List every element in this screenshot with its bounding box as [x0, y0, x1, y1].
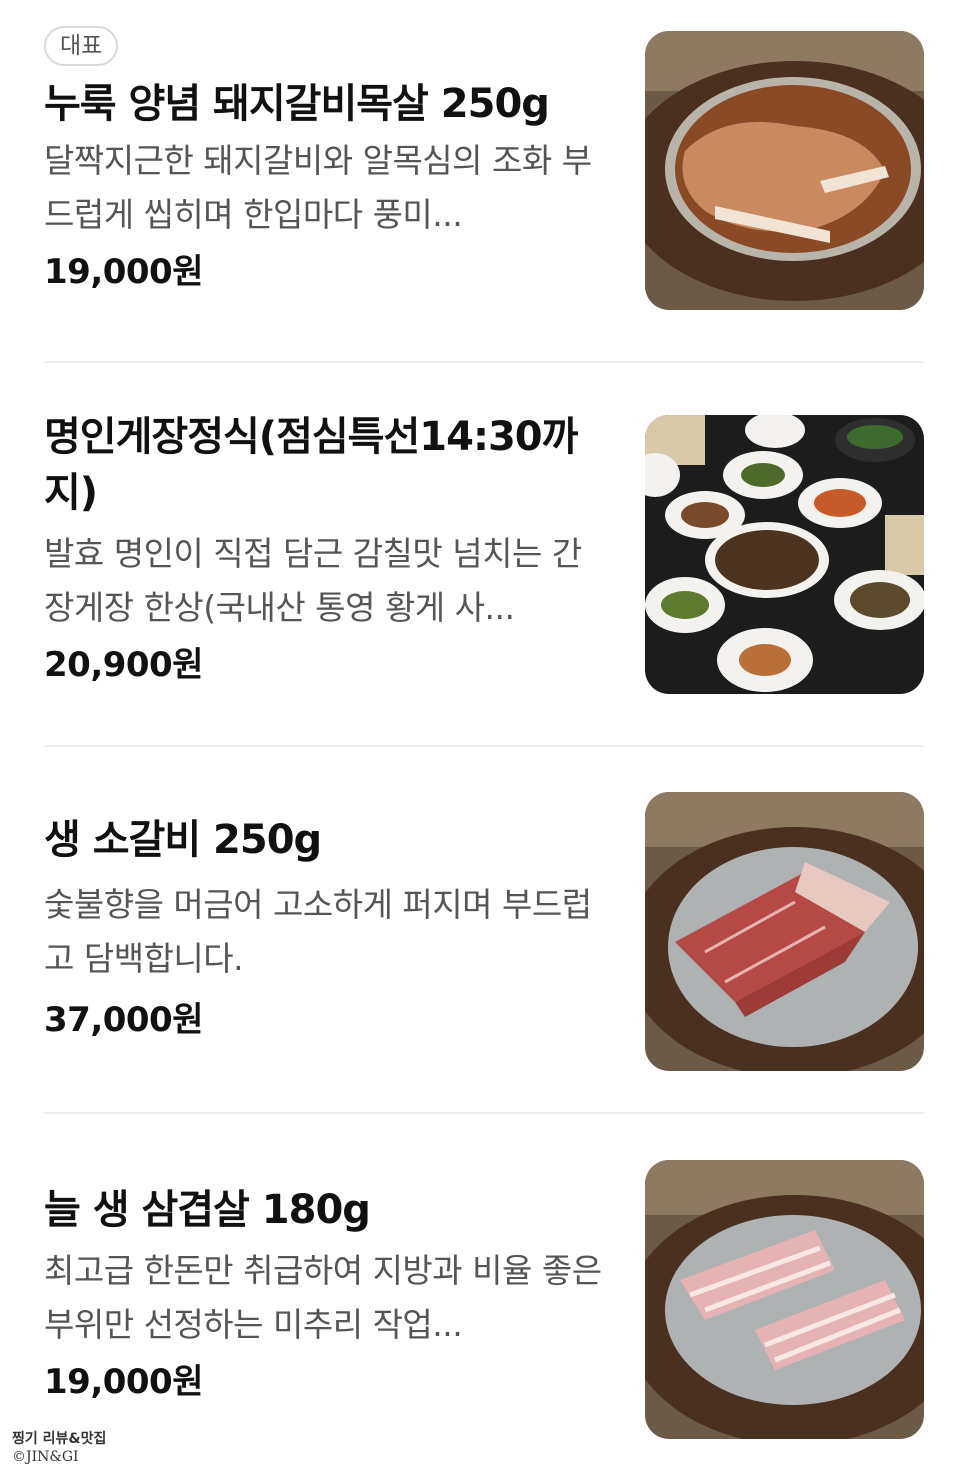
divider	[44, 745, 924, 747]
marinated-pork-rib-image	[645, 31, 924, 310]
watermark-copyright: ©JIN&GI	[12, 1449, 79, 1465]
menu-item[interactable]: 대표 누룩 양념 돼지갈비목살 250g 달짝지근한 돼지갈비와 알목심의 조화…	[44, 26, 924, 316]
menu-item-price: 20,900원	[44, 645, 203, 685]
menu-item-image[interactable]	[645, 31, 924, 310]
menu-item-image[interactable]	[645, 792, 924, 1071]
menu-item[interactable]: 명인게장정식(점심특선14:30까지) 발효 명인이 직접 담근 감칠맛 넘치는…	[44, 409, 924, 699]
menu-item-text: 생 소갈비 250g 숯불향을 머금어 고소하게 퍼지며 부드럽고 담백합니다.…	[44, 812, 604, 1048]
menu-item-image[interactable]	[645, 1160, 924, 1439]
menu-item-price: 19,000원	[44, 1362, 203, 1402]
menu-item-name: 명인게장정식(점심특선14:30까지)	[44, 414, 578, 516]
divider	[44, 1112, 924, 1114]
menu-list: 대표 누룩 양념 돼지갈비목살 250g 달짝지근한 돼지갈비와 알목심의 조화…	[0, 0, 966, 1481]
raw-beef-rib-image	[645, 792, 924, 1071]
menu-item-text: 늘 생 삼겹살 180g 최고급 한돈만 취급하여 지방과 비율 좋은 부위만 …	[44, 1182, 604, 1410]
menu-item-image[interactable]	[645, 415, 924, 694]
menu-item[interactable]: 늘 생 삼겹살 180g 최고급 한돈만 취급하여 지방과 비율 좋은 부위만 …	[44, 1160, 924, 1439]
signature-badge: 대표	[44, 26, 119, 66]
menu-item-description: 달짝지근한 돼지갈비와 알목심의 조화 부드럽게 씹히며 한입마다 풍미...	[44, 141, 592, 234]
menu-item-text: 대표 누룩 양념 돼지갈비목살 250g 달짝지근한 돼지갈비와 알목심의 조화…	[44, 26, 604, 300]
menu-item-name: 누룩 양념 돼지갈비목살 250g	[44, 81, 550, 127]
divider	[44, 361, 924, 363]
menu-item-text: 명인게장정식(점심특선14:30까지) 발효 명인이 직접 담근 감칠맛 넘치는…	[44, 409, 604, 693]
menu-item[interactable]: 생 소갈비 250g 숯불향을 머금어 고소하게 퍼지며 부드럽고 담백합니다.…	[44, 792, 924, 1082]
watermark: 찡기 리뷰&맛집 ©JIN&GI	[12, 1430, 106, 1466]
raw-pork-belly-image	[645, 1160, 924, 1439]
menu-item-name: 생 소갈비 250g	[44, 817, 322, 863]
menu-item-description: 최고급 한돈만 취급하여 지방과 비율 좋은 부위만 선정하는 미추리 작업..…	[44, 1251, 602, 1344]
menu-item-description: 발효 명인이 직접 담근 감칠맛 넘치는 간장게장 한상(국내산 통영 황게 사…	[44, 534, 582, 627]
watermark-title: 찡기 리뷰&맛집	[12, 1431, 107, 1447]
menu-item-name: 늘 생 삼겹살 180g	[44, 1187, 371, 1233]
crab-set-meal-image	[645, 415, 924, 694]
menu-item-price: 19,000원	[44, 252, 203, 292]
menu-item-description: 숯불향을 머금어 고소하게 퍼지며 부드럽고 담백합니다.	[44, 885, 592, 978]
menu-item-price: 37,000원	[44, 1000, 203, 1040]
